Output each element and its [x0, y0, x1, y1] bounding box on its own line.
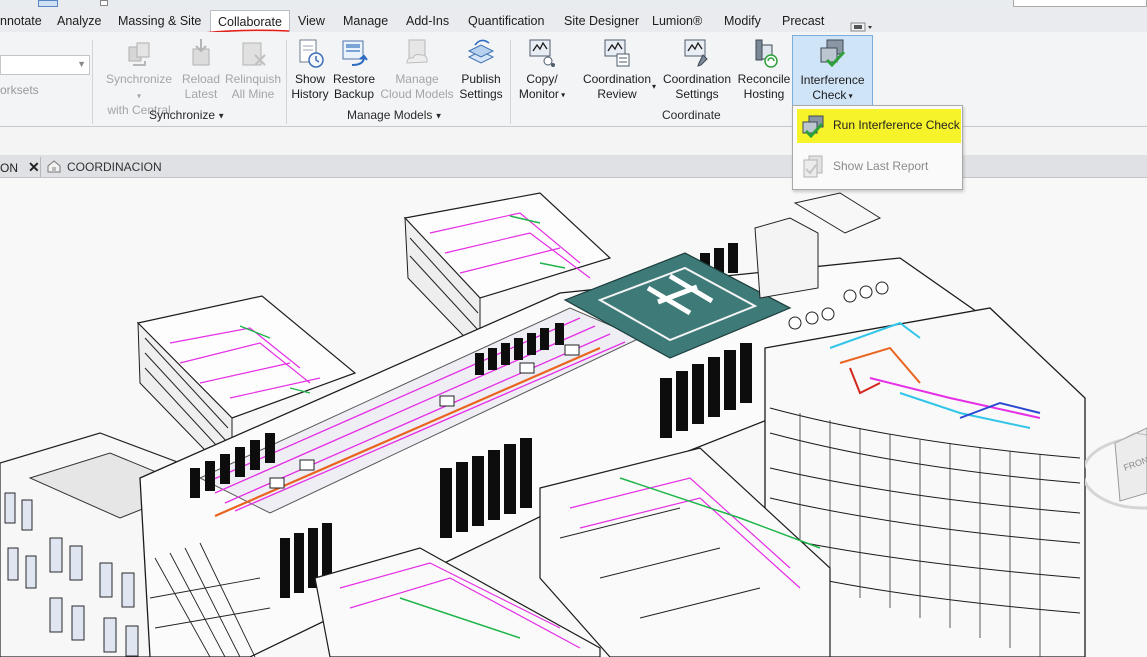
reconcile-hosting-button[interactable]: Reconcile Hosting: [736, 37, 792, 102]
3d-viewport[interactable]: FRONT: [0, 178, 1147, 657]
relinquish-label-2: All Mine: [231, 87, 275, 101]
ribbon-tab-bar: nnotate Analyze Massing & Site Collabora…: [0, 8, 1147, 33]
restore-backup-label-1: Restore: [333, 72, 376, 86]
synchronize-with-central-button[interactable]: Synchronize ▾ with Central: [103, 37, 175, 118]
run-interference-check-item[interactable]: Run Interference Check: [797, 109, 961, 143]
relinquish-icon: [242, 42, 266, 66]
coordination-settings-button[interactable]: Coordination Settings: [659, 37, 735, 102]
show-last-report-label: Show Last Report: [833, 159, 929, 173]
reload-icon: [192, 39, 210, 66]
interference-check-dropdown: Run Interference Check Show Last Report: [792, 105, 963, 190]
copy-monitor-icon: [529, 39, 555, 67]
close-icon[interactable]: ✕: [28, 159, 40, 175]
chevron-down-icon: ▼: [215, 111, 226, 121]
tab-manage[interactable]: Manage: [343, 11, 388, 31]
coordination-review-button[interactable]: Coordination Review: [578, 37, 656, 102]
chevron-down-icon: ▼: [432, 111, 443, 121]
show-history-label-2: History: [291, 87, 329, 101]
show-history-label-1: Show: [294, 72, 326, 86]
manage-cloud-label-2: Cloud Models: [380, 87, 454, 101]
panel-separator: [286, 40, 287, 124]
tab-site-designer[interactable]: Site Designer: [564, 11, 639, 31]
copy-monitor-label-1: Copy/: [526, 72, 558, 86]
reload-label-2: Latest: [184, 87, 218, 101]
show-last-report-item[interactable]: Show Last Report: [797, 150, 961, 184]
panel-label-manage-models[interactable]: Manage Models ▼: [347, 108, 443, 122]
manage-cloud-models-button[interactable]: Manage Cloud Models: [379, 37, 455, 102]
tab-precast[interactable]: Precast: [782, 11, 824, 31]
tab-quantification[interactable]: Quantification: [468, 11, 544, 31]
chevron-down-icon: ▼: [77, 59, 86, 69]
synchronize-icon: [128, 42, 150, 66]
building-model-render: [0, 192, 1086, 657]
panel-label-coordinate: Coordinate: [662, 108, 721, 122]
relinquish-label-1: Relinquish: [224, 72, 282, 86]
manage-cloud-label-1: Manage: [395, 72, 439, 86]
view-tab-bar: ON ✕ COORDINACION: [0, 155, 1147, 178]
tab-view[interactable]: View: [298, 11, 325, 31]
publish-settings-icon: [467, 39, 495, 64]
quick-access-icon-2[interactable]: [100, 0, 108, 6]
interference-check-icon: [820, 39, 845, 68]
interference-label-2: Check: [812, 88, 847, 102]
panel-separator: [92, 40, 93, 124]
tab-annotate[interactable]: nnotate: [0, 11, 42, 31]
synchronize-label-1: Synchronize: [105, 72, 173, 86]
cloud-models-icon: [406, 39, 428, 64]
reload-latest-button[interactable]: Reload Latest: [180, 37, 222, 102]
view-tab-coordinacion-label: COORDINACION: [67, 160, 162, 174]
coordination-review-icon: [604, 39, 630, 67]
restore-backup-label-2: Backup: [333, 87, 375, 101]
show-history-button[interactable]: Show History: [289, 37, 331, 102]
run-interference-label: Run Interference Check: [833, 118, 960, 132]
worksets-button[interactable]: orksets: [0, 83, 39, 97]
quick-access-icon[interactable]: [38, 0, 58, 7]
manage-models-panel-title: Manage Models: [347, 108, 433, 122]
copy-monitor-label-2: Monitor: [518, 87, 559, 101]
dropdown-arrow-icon: ▾: [558, 90, 566, 100]
view-tab-1-label: ON: [0, 161, 18, 175]
tab-lumion[interactable]: Lumion®: [652, 11, 702, 31]
copy-monitor-button[interactable]: Copy/ Monitor ▾: [516, 37, 568, 102]
panel-label-synchronize[interactable]: Synchronize ▼: [149, 108, 225, 122]
run-interference-icon: [802, 115, 824, 138]
active-workset-combobox[interactable]: ▼: [0, 55, 90, 75]
report-icon: [803, 155, 823, 178]
tab-massing-site[interactable]: Massing & Site: [118, 11, 201, 31]
publish-settings-label-1: Publish: [461, 72, 501, 86]
restore-backup-icon: [342, 40, 368, 66]
synchronize-panel-title: Synchronize: [149, 108, 216, 122]
view-tab-coordinacion[interactable]: COORDINACION: [40, 157, 162, 177]
history-icon: [299, 39, 324, 68]
relinquish-all-mine-button[interactable]: Relinquish All Mine: [223, 37, 283, 102]
coordination-review-label-1: Coordination: [582, 72, 652, 86]
reconcile-label-2: Hosting: [743, 87, 785, 101]
dropdown-arrow-icon[interactable]: ▾: [652, 82, 656, 91]
viewcube-navigation[interactable]: FRONT: [1085, 413, 1147, 513]
reconcile-hosting-icon: [755, 39, 778, 68]
quick-access-toolbar: [0, 0, 1147, 8]
reload-label-1: Reload: [181, 72, 221, 86]
coordination-settings-icon: [684, 39, 708, 67]
publish-settings-label-2: Settings: [459, 87, 503, 101]
search-input[interactable]: [1013, 0, 1147, 7]
dropdown-arrow-icon: ▾: [136, 91, 141, 101]
view-tab-1[interactable]: ON ✕: [0, 157, 40, 177]
coordination-settings-label-2: Settings: [675, 87, 719, 101]
dropdown-arrow-icon: ▾: [846, 91, 853, 101]
interference-label-1: Interference: [800, 73, 865, 87]
panel-separator: [510, 40, 511, 124]
tab-analyze[interactable]: Analyze: [57, 11, 101, 31]
tab-add-ins[interactable]: Add-Ins: [406, 11, 449, 31]
tab-modify[interactable]: Modify: [724, 11, 761, 31]
interference-check-button[interactable]: Interference Check ▾: [792, 35, 873, 106]
3d-house-icon: [47, 160, 61, 173]
coordination-settings-label-1: Coordination: [662, 72, 732, 86]
coordination-review-label-2: Review: [597, 87, 637, 101]
reconcile-label-1: Reconcile: [737, 72, 791, 86]
publish-settings-button[interactable]: Publish Settings: [458, 37, 504, 102]
restore-backup-button[interactable]: Restore Backup: [333, 37, 375, 102]
